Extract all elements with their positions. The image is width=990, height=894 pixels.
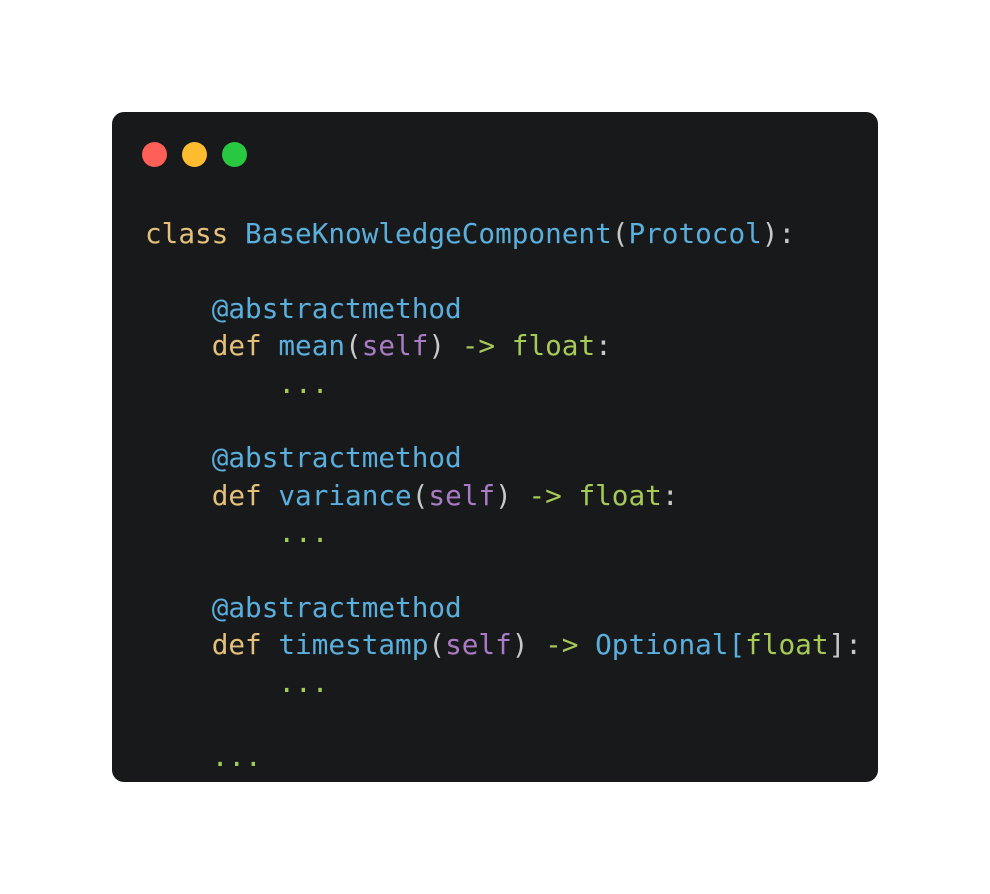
- def-keyword: def: [211, 329, 262, 363]
- window-controls: [142, 142, 247, 167]
- class-body-ellipsis: ...: [211, 740, 262, 774]
- code-line-class: class BaseKnowledgeComponent(Protocol):: [145, 215, 862, 252]
- maximize-window-button[interactable]: [222, 142, 247, 167]
- self-param: self: [445, 628, 512, 662]
- class-name: BaseKnowledgeComponent: [245, 217, 612, 250]
- self-param: self: [428, 478, 496, 512]
- paren-open: (: [611, 217, 629, 250]
- self-param: self: [361, 329, 429, 363]
- return-arrow: ->: [461, 329, 496, 363]
- decorator: @abstractmethod: [211, 590, 462, 624]
- def-colon: :: [845, 628, 862, 662]
- paren-close: ): [511, 628, 529, 662]
- code-line-class-body: ...: [145, 738, 862, 775]
- return-type: float: [745, 628, 829, 662]
- code-line-decorator: @abstractmethod: [145, 439, 862, 476]
- def-colon: :: [661, 478, 679, 512]
- decorator: @abstractmethod: [211, 291, 462, 325]
- class-keyword: class: [145, 217, 229, 250]
- paren-close: ): [495, 478, 512, 512]
- return-type-suffix: ]: [828, 628, 846, 662]
- code-line-body: ...: [145, 664, 862, 701]
- def-keyword: def: [211, 628, 262, 662]
- code-line-decorator: @abstractmethod: [145, 589, 862, 626]
- method-body-ellipsis: ...: [278, 366, 329, 400]
- return-type-prefix: Optional[: [595, 628, 746, 662]
- method-name: variance: [278, 478, 412, 512]
- code-line-def: def variance(self) -> float:: [145, 477, 862, 514]
- method-name: timestamp: [278, 628, 429, 662]
- paren-close: ): [428, 329, 446, 363]
- code-block: class BaseKnowledgeComponent(Protocol): …: [145, 215, 862, 776]
- class-close: ):: [761, 217, 796, 250]
- method-body-ellipsis: ...: [278, 665, 329, 699]
- def-colon: :: [595, 329, 612, 363]
- code-line-def: def mean(self) -> float:: [145, 327, 862, 364]
- method-name: mean: [278, 329, 346, 363]
- code-line-body: ...: [145, 514, 862, 551]
- decorator: @abstractmethod: [211, 441, 462, 475]
- close-window-button[interactable]: [142, 142, 167, 167]
- return-type: float: [511, 329, 596, 363]
- def-keyword: def: [211, 478, 262, 512]
- paren-open: (: [345, 329, 362, 363]
- base-class-name: Protocol: [628, 217, 762, 250]
- return-type: float: [578, 478, 662, 512]
- return-arrow: ->: [545, 628, 579, 662]
- method-body-ellipsis: ...: [278, 516, 329, 550]
- paren-open: (: [428, 628, 446, 662]
- code-window: class BaseKnowledgeComponent(Protocol): …: [112, 112, 878, 782]
- code-line-decorator: @abstractmethod: [145, 290, 862, 327]
- code-line-body: ...: [145, 365, 862, 402]
- paren-open: (: [411, 478, 429, 512]
- code-line-def: def timestamp(self) -> Optional[float]:: [145, 626, 862, 663]
- minimize-window-button[interactable]: [182, 142, 207, 167]
- return-arrow: ->: [528, 478, 562, 512]
